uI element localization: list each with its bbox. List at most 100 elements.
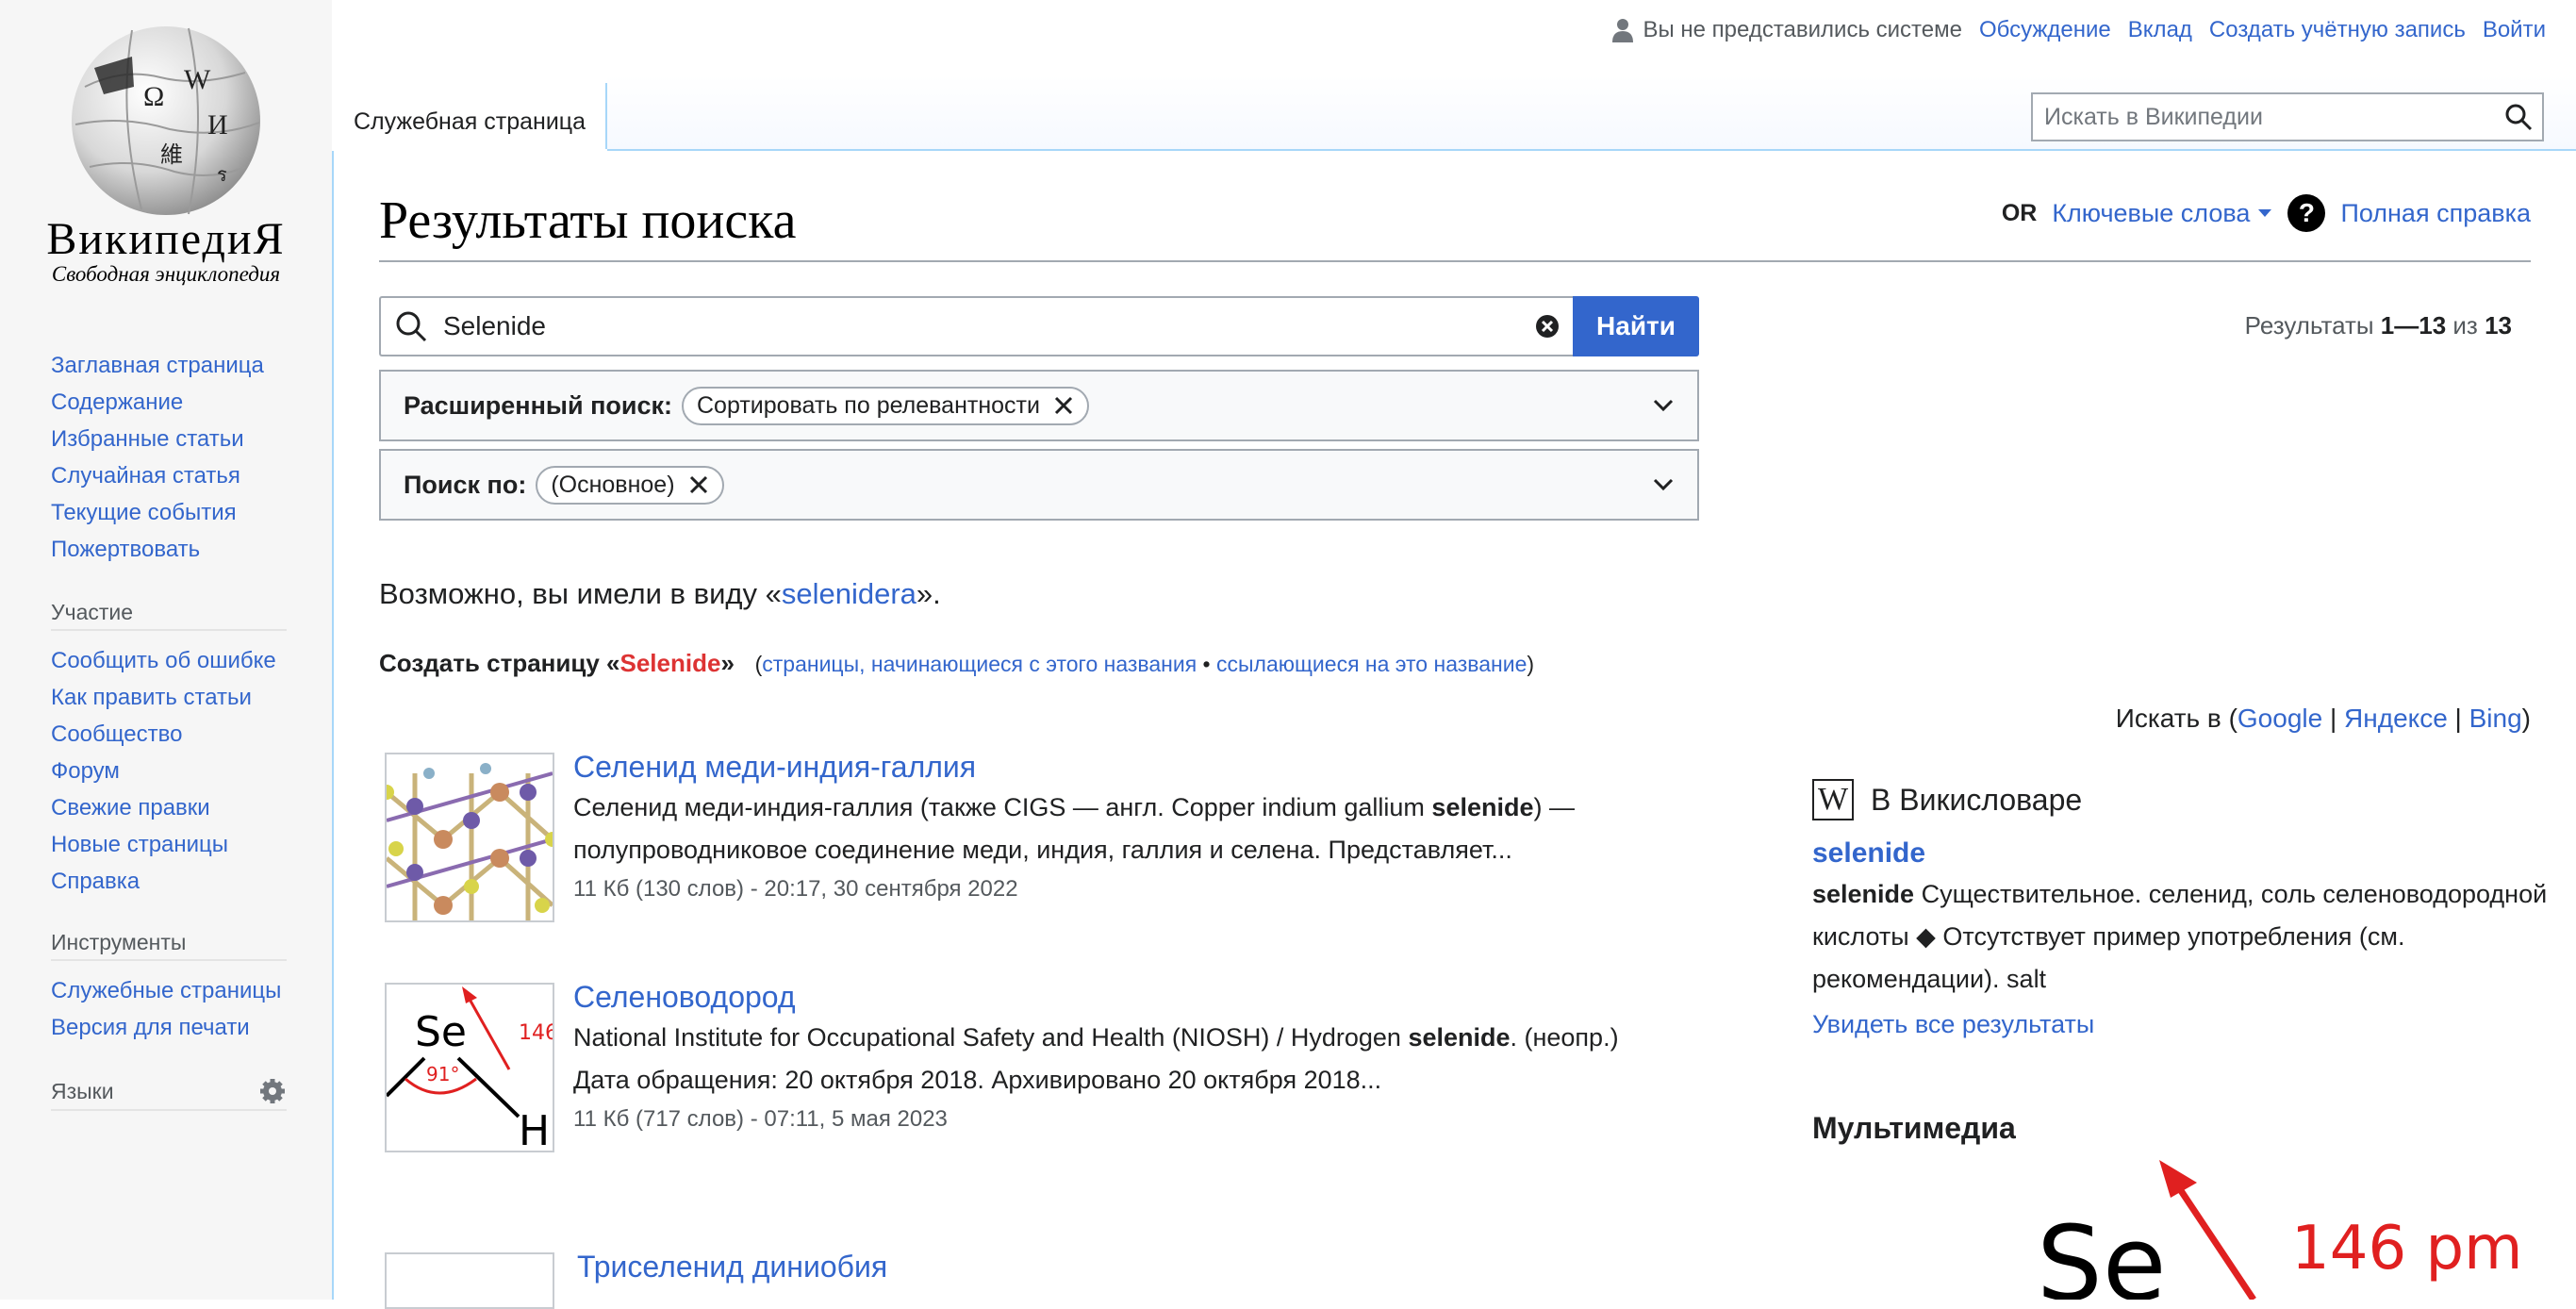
nav-item-random[interactable]: Случайная статья <box>51 457 287 494</box>
nav-heading-languages: Языки <box>51 1077 287 1111</box>
result-title-link[interactable]: Селенид меди-индия-галлия <box>573 750 976 784</box>
sister-projects: W В Викисловаре selenide selenide Сущест… <box>1812 779 2548 1039</box>
logo-tagline: Свободная энциклопедия <box>51 262 281 286</box>
result-body: Триселенид диниобия <box>577 1247 1671 1286</box>
tab-bar-line <box>607 149 2576 151</box>
nav-item-main-page[interactable]: Заглавная страница <box>51 347 287 384</box>
svg-text:146 pm: 146 pm <box>2291 1214 2522 1284</box>
wiktionary-heading: W В Викисловаре <box>1812 779 2548 820</box>
nav-main: Заглавная страница Содержание Избранные … <box>51 347 287 568</box>
wikipedia-globe-logo[interactable]: Ω W И 維 ร <box>66 21 266 221</box>
chevron-down-icon[interactable] <box>1652 398 1675 413</box>
result-snippet: National Institute for Occupational Safe… <box>573 1023 1619 1094</box>
svg-text:Se: Se <box>415 1008 467 1056</box>
search-icon[interactable] <box>2504 103 2533 131</box>
svg-text:91°: 91° <box>426 1063 459 1085</box>
nav-languages: Языки <box>51 1077 287 1122</box>
nav-tools: Инструменты Служебные страницы Версия дл… <box>51 930 287 1046</box>
header-search-input[interactable] <box>2042 102 2504 132</box>
result-title-link[interactable]: Триселенид диниобия <box>577 1250 887 1284</box>
what-links-here-link[interactable]: ссылающиеся на это название <box>1216 652 1527 676</box>
nav-item-new-pages[interactable]: Новые страницы <box>51 826 287 863</box>
chevron-down-icon <box>2258 209 2272 217</box>
nav-item-help[interactable]: Справка <box>51 863 287 900</box>
nav-item-print-version[interactable]: Версия для печати <box>51 1009 287 1046</box>
nav-item-forum[interactable]: Форум <box>51 753 287 789</box>
content-border <box>332 151 334 1300</box>
advanced-search-filter[interactable]: Расширенный поиск: Сортировать по релева… <box>379 370 1699 441</box>
yandex-link[interactable]: Яндексе <box>2344 704 2448 733</box>
logo-wordmark: ВикипедиЯ <box>46 214 286 264</box>
nav-heading-participation: Участие <box>51 600 287 631</box>
results-count: Результаты 1—13 из 13 <box>2244 311 2512 340</box>
talk-link[interactable]: Обсуждение <box>1979 17 2111 43</box>
nav-item-how-to-edit[interactable]: Как править статьи <box>51 679 287 716</box>
result-body: Селеноводород National Institute for Occ… <box>573 977 1667 1137</box>
svg-text:И: И <box>207 109 228 141</box>
wiktionary-icon: W <box>1812 779 1854 820</box>
multimedia-image[interactable]: Se 146 pm <box>1999 1160 2527 1300</box>
multimedia-heading: Мультимедиа <box>1812 1111 2016 1145</box>
svg-text:W: W <box>184 64 211 95</box>
result-thumbnail[interactable] <box>385 753 554 922</box>
result-thumbnail[interactable]: Se H 91° 146 <box>385 983 554 1152</box>
svg-text:H: H <box>519 1107 550 1151</box>
wiktionary-definition: selenide Существительное. селенид, соль … <box>1812 880 2548 993</box>
svg-text:維: 維 <box>160 141 183 168</box>
namespace-chip[interactable]: (Основное) <box>536 465 724 505</box>
hydrogen-selenide-diagram: Se H 91° 146 <box>387 986 553 1151</box>
prefix-index-link[interactable]: страницы, начинающиеся с этого названия <box>762 652 1197 676</box>
full-help-link[interactable]: Полная справка <box>2340 199 2531 228</box>
nav-item-featured[interactable]: Избранные статьи <box>51 421 287 457</box>
nav-heading-tools: Инструменты <box>51 930 287 961</box>
search-elsewhere: Искать в (Google | Яндексе | Bing) <box>2115 704 2531 733</box>
keywords-link[interactable]: Ключевые слова <box>2052 199 2272 228</box>
close-icon[interactable] <box>688 474 709 495</box>
google-link[interactable]: Google <box>2237 704 2322 733</box>
nav-item-donate[interactable]: Пожертвовать <box>51 531 287 568</box>
nav-item-report-error[interactable]: Сообщить об ошибке <box>51 642 287 679</box>
title-underline <box>379 260 2531 262</box>
login-link[interactable]: Войти <box>2483 17 2546 43</box>
nav-item-recent-changes[interactable]: Свежие правки <box>51 789 287 826</box>
create-account-link[interactable]: Создать учётную запись <box>2209 17 2466 43</box>
gear-icon[interactable] <box>258 1077 287 1105</box>
create-page-link[interactable]: Selenide <box>620 649 721 677</box>
nav-participation: Участие Сообщить об ошибке Как править с… <box>51 600 287 900</box>
search-box[interactable] <box>379 296 1573 356</box>
see-all-results-link[interactable]: Увидеть все результаты <box>1812 1010 2548 1039</box>
search-icon <box>396 311 427 342</box>
nav-item-special-pages[interactable]: Служебные страницы <box>51 972 287 1009</box>
bing-link[interactable]: Bing <box>2469 704 2522 733</box>
svg-text:Ω: Ω <box>143 81 164 112</box>
suggestion-link[interactable]: selenidera <box>782 577 916 610</box>
result-title-link[interactable]: Селеноводород <box>573 980 796 1014</box>
svg-text:ร: ร <box>217 163 227 186</box>
namespace-filter[interactable]: Поиск по: (Основное) <box>379 449 1699 521</box>
nav-item-current-events[interactable]: Текущие события <box>51 494 287 531</box>
tab-special-page[interactable]: Служебная страница <box>334 83 607 149</box>
search-input[interactable] <box>441 310 1535 342</box>
nav-item-community[interactable]: Сообщество <box>51 716 287 753</box>
result-thumbnail[interactable] <box>385 1252 554 1309</box>
wiktionary-word-link[interactable]: selenide <box>1812 837 2548 870</box>
clear-icon[interactable] <box>1535 314 1560 339</box>
search-button[interactable]: Найти <box>1573 296 1699 356</box>
not-logged-in-text: Вы не представились системе <box>1643 17 1962 42</box>
svg-text:146: 146 <box>519 1021 553 1045</box>
create-page: Создать страницу «Selenide» (страницы, н… <box>379 649 1535 677</box>
svg-text:Se: Se <box>2037 1203 2167 1300</box>
result-snippet: Селенид меди-индия-галлия (также CIGS — … <box>573 793 1575 864</box>
crystal-structure-image <box>387 763 553 920</box>
page-title: Результаты поиска <box>379 191 797 250</box>
nav-item-contents[interactable]: Содержание <box>51 384 287 421</box>
did-you-mean: Возможно, вы имели в виду «selenidera». <box>379 577 941 610</box>
contributions-link[interactable]: Вклад <box>2128 17 2192 43</box>
header-search[interactable] <box>2031 92 2544 141</box>
user-icon <box>1612 19 1634 42</box>
close-icon[interactable] <box>1053 395 1074 416</box>
advanced-search-label: Расширенный поиск: <box>404 390 672 420</box>
chevron-down-icon[interactable] <box>1652 477 1675 492</box>
sort-chip[interactable]: Сортировать по релевантности <box>682 386 1089 425</box>
help-icon[interactable]: ? <box>2287 194 2326 232</box>
